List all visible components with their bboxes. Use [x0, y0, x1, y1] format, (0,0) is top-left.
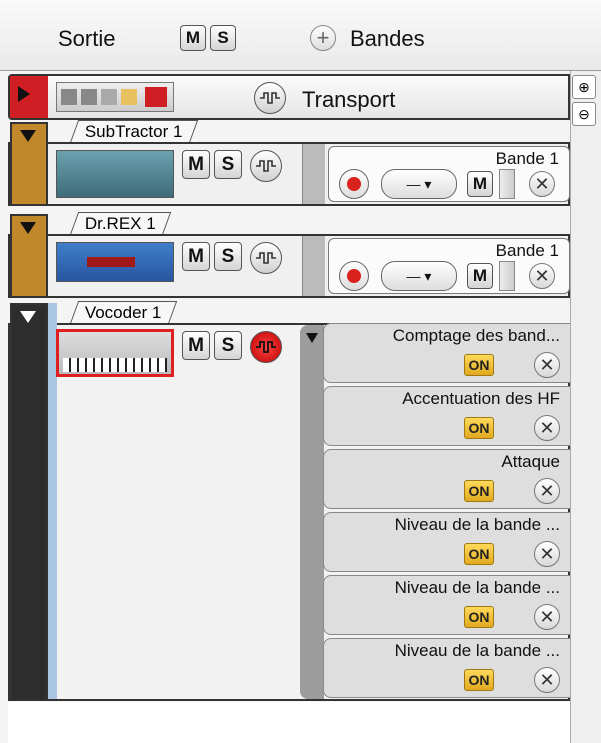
lane-name: Bande 1 [495, 241, 559, 260]
collapse-triangle-icon[interactable] [20, 130, 36, 142]
close-icon: ✕ [539, 417, 555, 438]
header-mute-button[interactable]: M [180, 25, 206, 51]
track-solo-button[interactable]: S [214, 331, 242, 360]
on-button[interactable]: ON [464, 606, 494, 628]
lane-name: Niveau de la bande ... [394, 578, 560, 597]
subtractor-device-thumbnail[interactable] [56, 150, 174, 198]
track-name: Vocoder 1 [84, 303, 162, 322]
sequencer-header: Sortie M S + Bandes [0, 0, 601, 71]
close-icon: ✕ [539, 354, 555, 375]
vertical-scrollbar[interactable] [570, 71, 601, 743]
track-name: Dr.REX 1 [84, 214, 156, 233]
lane-level-slider[interactable] [499, 169, 515, 199]
track-color-strip[interactable] [10, 122, 48, 206]
track-mute-button[interactable]: M [182, 150, 210, 179]
track-tab-subtractor[interactable]: SubTractor 1 [69, 120, 198, 143]
waveform-icon[interactable] [254, 82, 286, 114]
transport-color-strip [10, 76, 48, 118]
zoom-out-icon[interactable]: ⊖ [572, 102, 596, 126]
collapse-triangle-icon[interactable] [20, 222, 36, 234]
close-icon: ✕ [534, 173, 550, 194]
waveform-icon[interactable] [250, 242, 282, 274]
track-color-strip[interactable] [10, 303, 48, 701]
delete-lane-button[interactable]: ✕ [534, 415, 560, 441]
note-lane[interactable]: Bande 1 — ▾ M ✕ [328, 146, 570, 202]
lane-name: Niveau de la bande ... [394, 641, 560, 660]
track-tab-drrex[interactable]: Dr.REX 1 [69, 212, 172, 235]
automation-lane[interactable]: Comptage des band... ON ✕ [323, 323, 570, 383]
header-solo-button[interactable]: S [210, 25, 236, 51]
close-icon: ✕ [539, 543, 555, 564]
lane-grip[interactable] [302, 144, 325, 204]
add-lanes-label[interactable]: Bandes [350, 26, 425, 52]
transport-track[interactable]: Transport [8, 74, 570, 120]
delete-lane-button[interactable]: ✕ [534, 541, 560, 567]
automation-lane[interactable]: Attaque ON ✕ [323, 449, 570, 509]
on-button[interactable]: ON [464, 543, 494, 565]
delete-lane-button[interactable]: ✕ [529, 263, 555, 289]
waveform-icon-active[interactable] [250, 331, 282, 363]
automation-lane[interactable]: Niveau de la bande ... ON ✕ [323, 575, 570, 635]
vocoder-device-thumbnail[interactable] [56, 329, 174, 377]
track-solo-button[interactable]: S [214, 242, 242, 271]
zoom-in-icon[interactable]: ⊕ [572, 75, 596, 99]
play-icon [18, 86, 30, 102]
on-button[interactable]: ON [464, 669, 494, 691]
close-icon: ✕ [539, 606, 555, 627]
track-mute-button[interactable]: M [182, 242, 210, 271]
track-tab-vocoder[interactable]: Vocoder 1 [69, 301, 177, 324]
track-drrex[interactable]: M S Bande 1 — ▾ M ✕ [8, 214, 570, 298]
track-name: SubTractor 1 [84, 122, 183, 141]
lane-name: Niveau de la bande ... [394, 515, 560, 534]
track-subtractor[interactable]: M S Bande 1 — ▾ M ✕ [8, 122, 570, 206]
lane-name: Accentuation des HF [402, 389, 560, 408]
close-icon: ✕ [534, 265, 550, 286]
drrex-device-thumbnail[interactable] [56, 242, 174, 282]
lane-selector[interactable]: — ▾ [381, 169, 457, 199]
record-button[interactable] [339, 169, 369, 199]
automation-lane[interactable]: Niveau de la bande ... ON ✕ [323, 638, 570, 698]
on-button[interactable]: ON [464, 417, 494, 439]
delete-lane-button[interactable]: ✕ [534, 667, 560, 693]
collapse-triangle-icon[interactable] [20, 311, 36, 323]
automation-grip[interactable] [300, 325, 324, 699]
transport-label: Transport [302, 87, 396, 112]
close-icon: ✕ [539, 669, 555, 690]
waveform-icon[interactable] [250, 150, 282, 182]
on-button[interactable]: ON [464, 354, 494, 376]
output-label: Sortie [58, 26, 116, 51]
track-color-strip[interactable] [10, 214, 48, 298]
lane-mute-button[interactable]: M [467, 171, 493, 197]
delete-lane-button[interactable]: ✕ [534, 604, 560, 630]
on-button[interactable]: ON [464, 480, 494, 502]
delete-lane-button[interactable]: ✕ [534, 352, 560, 378]
collapse-triangle-icon[interactable] [306, 333, 318, 343]
record-icon [347, 177, 361, 191]
add-lane-button[interactable]: + [310, 25, 336, 51]
lane-name: Comptage des band... [392, 326, 560, 345]
note-lane[interactable]: Bande 1 — ▾ M ✕ [328, 238, 570, 294]
delete-lane-button[interactable]: ✕ [534, 478, 560, 504]
track-mute-button[interactable]: M [182, 331, 210, 360]
plus-icon: + [316, 25, 330, 50]
empty-track-area[interactable] [8, 702, 570, 743]
record-button[interactable] [339, 261, 369, 291]
lane-name: Bande 1 [495, 149, 559, 168]
lane-selector[interactable]: — ▾ [381, 261, 457, 291]
automation-lane[interactable]: Accentuation des HF ON ✕ [323, 386, 570, 446]
lane-name: Attaque [501, 452, 560, 471]
close-icon: ✕ [539, 480, 555, 501]
delete-lane-button[interactable]: ✕ [529, 171, 555, 197]
lane-grip[interactable] [302, 236, 325, 296]
lane-mute-button[interactable]: M [467, 263, 493, 289]
automation-lane[interactable]: Niveau de la bande ... ON ✕ [323, 512, 570, 572]
transport-device-thumbnail [56, 82, 174, 112]
record-icon [347, 269, 361, 283]
lane-level-slider[interactable] [499, 261, 515, 291]
track-solo-button[interactable]: S [214, 150, 242, 179]
